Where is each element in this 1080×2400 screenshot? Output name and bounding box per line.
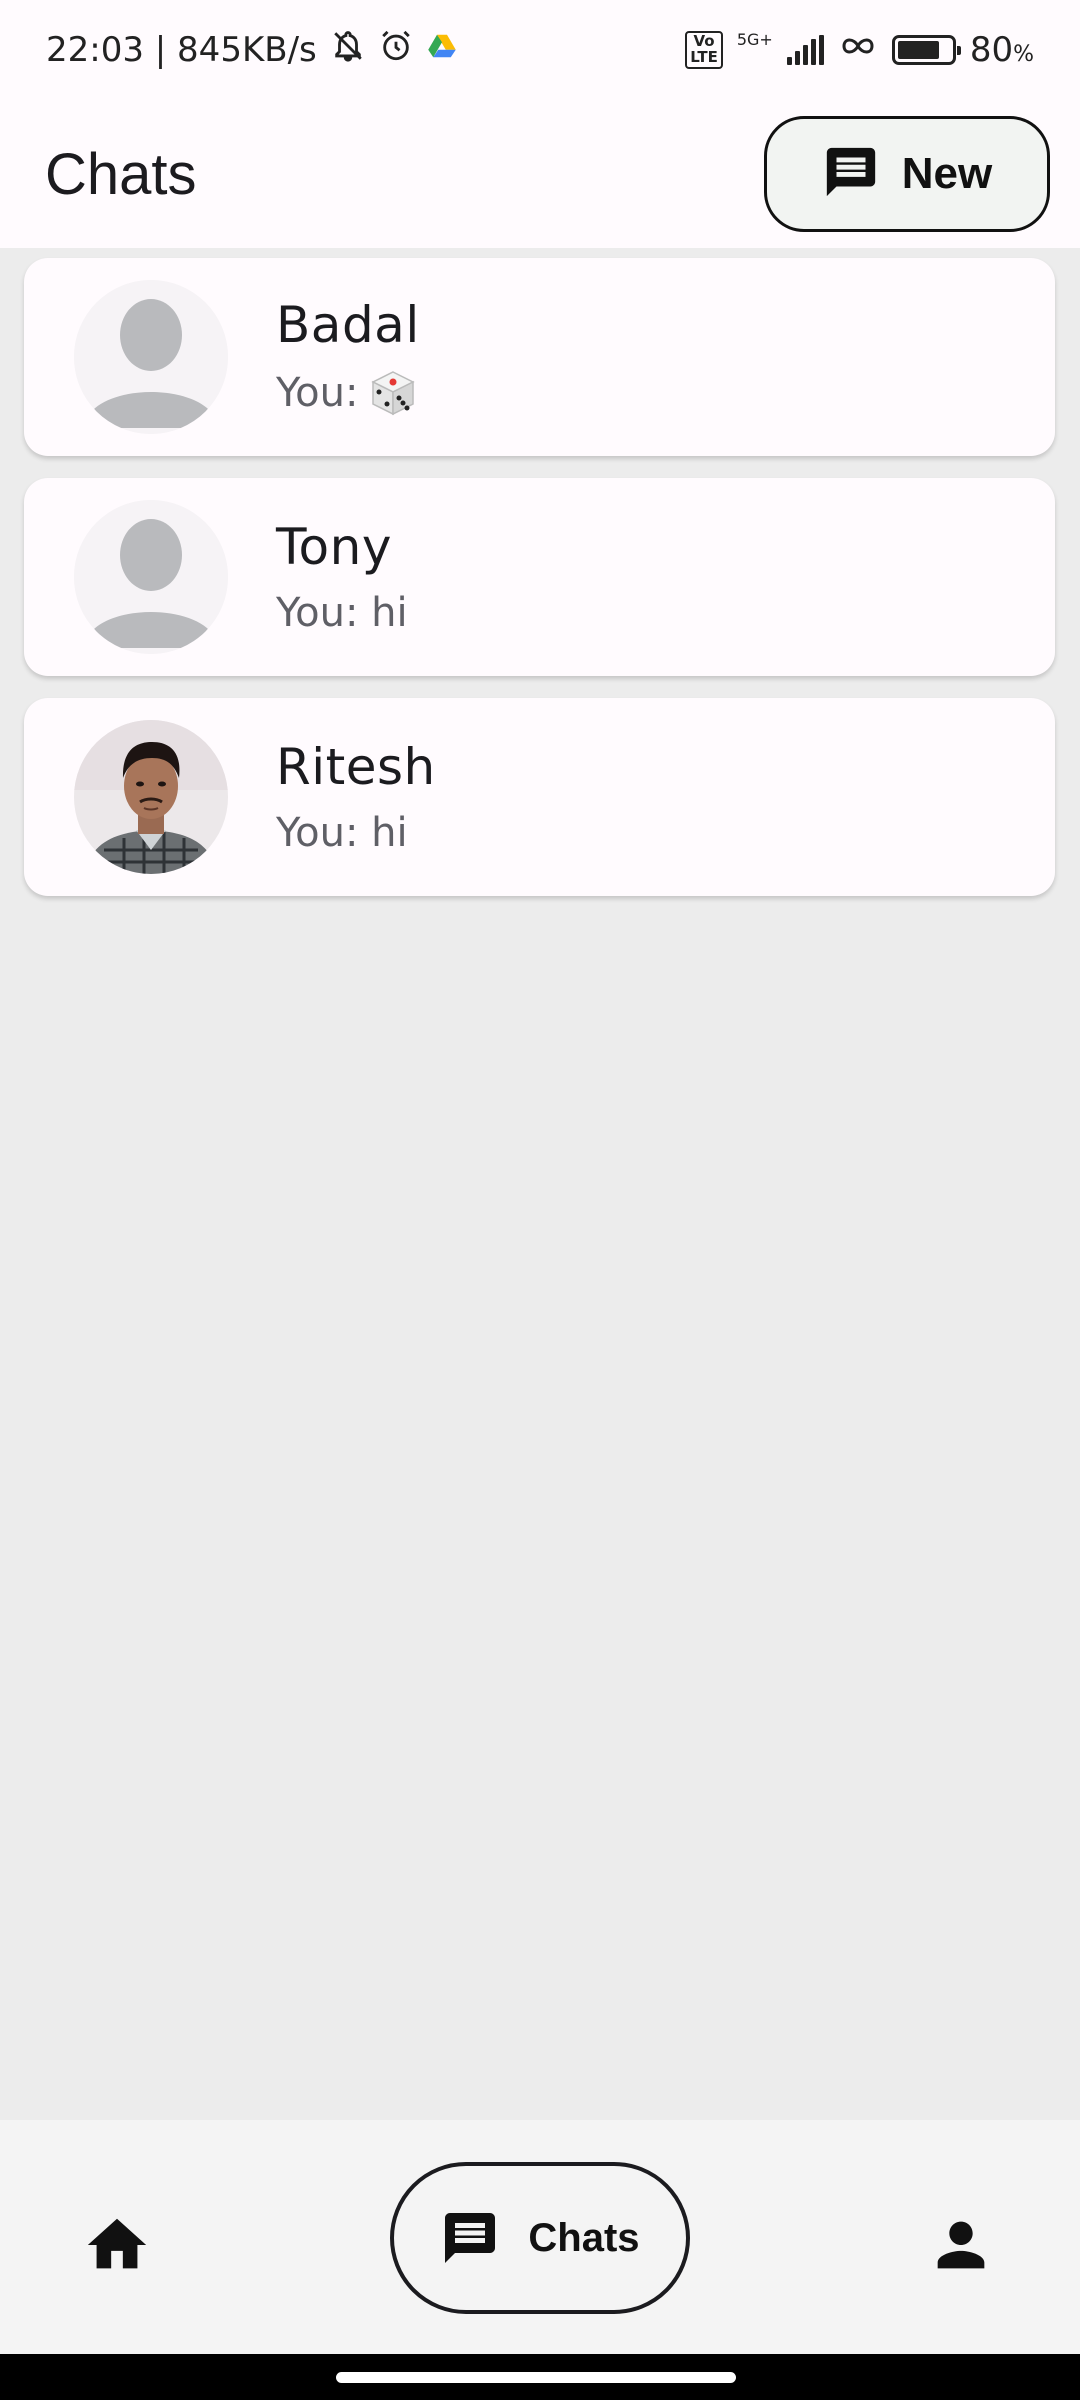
chat-preview-text: You:: [276, 370, 359, 416]
avatar: [74, 720, 228, 874]
dice-icon: [371, 371, 416, 416]
time-speed-text: 22:03 | 845KB/s: [46, 30, 317, 70]
battery-unit: %: [1013, 42, 1034, 67]
gesture-bar: [0, 2354, 1080, 2400]
chat-item-tony[interactable]: Tony You: hi: [24, 478, 1055, 676]
hotspot-icon: [838, 29, 878, 72]
chat-preview-text: You: hi: [276, 810, 408, 856]
avatar: [74, 500, 228, 654]
chat-item-ritesh[interactable]: Ritesh You: hi: [24, 698, 1055, 896]
chat-preview: You: hi: [276, 590, 408, 636]
app-bar: Chats New: [0, 100, 1080, 248]
home-icon: [87, 2218, 147, 2269]
chat-name: Ritesh: [276, 738, 436, 796]
new-button-label: New: [901, 149, 993, 198]
chat-preview: You: 🎲: [276, 368, 420, 418]
nav-chats-button[interactable]: Chats: [390, 2162, 690, 2314]
volte-bottom-text: LTE: [690, 48, 718, 66]
profile-photo: [74, 720, 228, 874]
bottom-navigation: Chats: [0, 2120, 1080, 2354]
signal-icon: [786, 35, 824, 65]
chat-text: Tony You: hi: [276, 518, 408, 636]
chat-item-badal[interactable]: Badal You: 🎲: [24, 258, 1055, 456]
chat-text: Badal You: 🎲: [276, 296, 420, 418]
volte-icon: Vo LTE: [685, 31, 723, 69]
person-placeholder-icon: [74, 500, 228, 654]
message-icon: [822, 143, 880, 205]
chat-preview: You: hi: [276, 810, 436, 856]
person-placeholder-icon: [74, 280, 228, 434]
avatar: [74, 280, 228, 434]
status-right: Vo LTE 5G+ 80%: [685, 29, 1034, 72]
chat-name: Badal: [276, 296, 420, 354]
battery-text: 80%: [970, 30, 1034, 70]
chat-preview-text: You: hi: [276, 590, 408, 636]
battery-value: 80: [969, 30, 1014, 70]
status-left: 22:03 | 845KB/s: [46, 29, 457, 72]
network-type: 5G+: [736, 30, 773, 49]
chat-list: Badal You: 🎲: [24, 258, 1055, 918]
status-bar: 22:03 | 845KB/s Vo LTE 5G+ 80%: [0, 0, 1080, 100]
page-title: Chats: [45, 141, 197, 207]
battery-icon: [891, 35, 961, 65]
drive-icon: [427, 30, 457, 70]
mute-bell-icon: [331, 29, 365, 72]
new-chat-button[interactable]: New: [764, 116, 1050, 232]
chat-text: Ritesh You: hi: [276, 738, 436, 856]
person-icon: [937, 2221, 985, 2269]
alarm-icon: [379, 29, 413, 72]
chat-name: Tony: [276, 518, 392, 576]
nav-chats-label: Chats: [528, 2215, 640, 2260]
nav-home-button[interactable]: [82, 2210, 152, 2280]
home-gesture-handle[interactable]: [336, 2372, 736, 2383]
chats-icon: [445, 2213, 496, 2263]
nav-profile-button[interactable]: [926, 2210, 996, 2280]
